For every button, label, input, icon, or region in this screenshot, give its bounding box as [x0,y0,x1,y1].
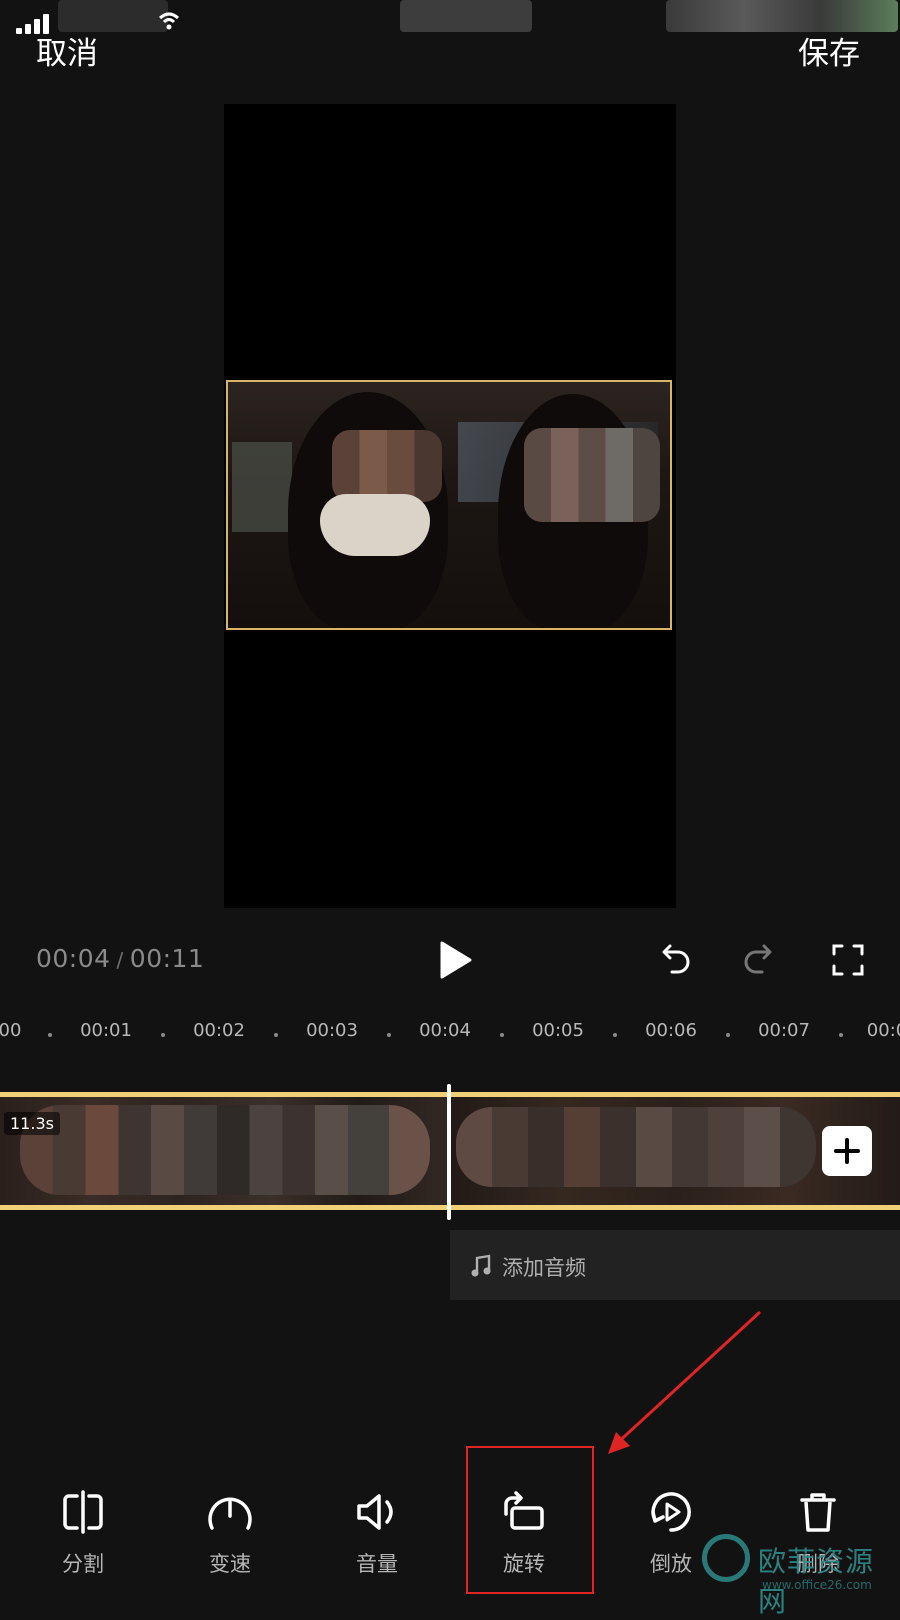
music-note-icon [471,1254,491,1277]
ruler-tick: 00:03 [306,1020,358,1041]
mosaic-blur [524,428,660,522]
status-bar [0,0,900,34]
ruler-tick: 00 [0,1020,22,1041]
reverse-play-icon [651,1492,691,1532]
clip-duration-badge: 11.3s [4,1112,60,1135]
video-content [320,494,430,556]
ruler-tick: 00:02 [193,1020,245,1041]
wifi-icon [159,12,179,30]
fullscreen-icon[interactable] [828,940,868,980]
total-time: 00:11 [129,944,205,973]
ruler-tick: 00:01 [80,1020,132,1041]
add-audio-label: 添加音频 [502,1256,586,1280]
volume-button[interactable]: 音量 [322,1490,432,1600]
ruler-tick: 00:05 [532,1020,584,1041]
mosaic-blur [332,430,442,502]
time-separator: / [116,948,124,972]
ruler-tick: 00:0 [866,1020,900,1041]
add-clip-button[interactable] [822,1126,872,1176]
status-blur [400,0,532,32]
save-button[interactable]: 保存 [798,28,860,73]
mosaic-blur [456,1107,816,1187]
annotation-arrow-icon [608,1310,762,1454]
current-time: 00:04 [36,944,111,973]
play-icon[interactable] [432,938,476,982]
undo-icon[interactable] [654,940,694,980]
video-content [232,442,292,532]
status-blur [666,0,898,32]
split-button[interactable]: 分割 [28,1490,138,1600]
tool-label: 分割 [62,1552,104,1576]
volume-icon [357,1494,393,1530]
mosaic-blur [20,1105,430,1195]
ruler-tick: 00:06 [645,1020,697,1041]
watermark-logo-icon [702,1534,750,1582]
tool-label: 变速 [209,1552,251,1576]
video-frame[interactable] [226,380,672,630]
tool-label: 音量 [356,1552,398,1576]
trash-icon [800,1493,836,1532]
cancel-button[interactable]: 取消 [36,28,98,73]
watermark-subtext: www.office26.com [762,1578,872,1592]
speed-gauge-icon [208,1497,252,1530]
time-ruler[interactable]: 00 00:01 00:02 00:03 00:04 00:05 00:06 0… [0,1020,900,1050]
speed-button[interactable]: 变速 [175,1490,285,1600]
ruler-tick: 00:04 [419,1020,471,1041]
playback-time: 00:04/00:11 [36,944,204,973]
annotation-highlight-box [466,1446,594,1594]
ruler-tick: 00:07 [758,1020,810,1041]
redo-icon[interactable] [740,940,780,980]
split-icon [63,1490,103,1534]
playhead[interactable] [447,1084,451,1220]
